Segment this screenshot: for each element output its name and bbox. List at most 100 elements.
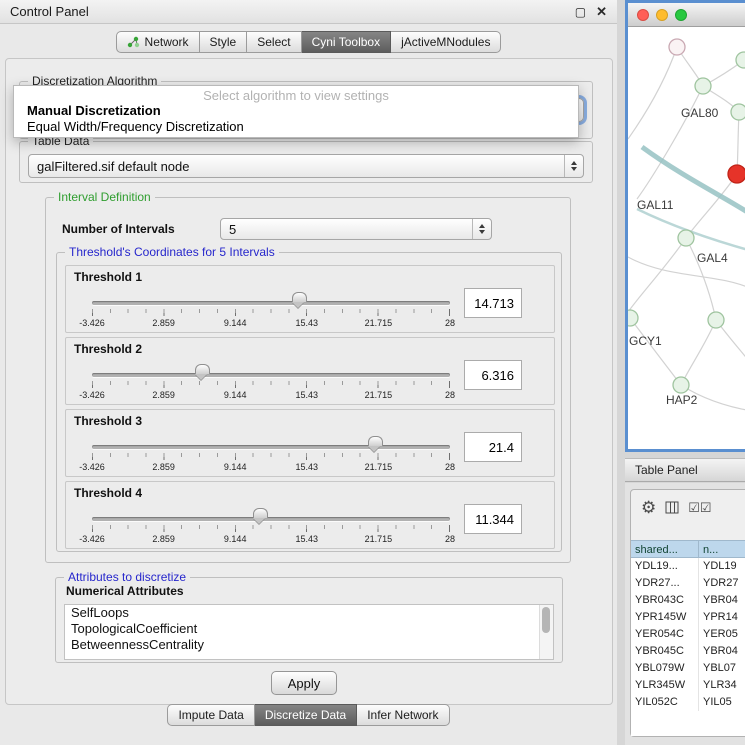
tab-impute-data[interactable]: Impute Data xyxy=(167,704,254,726)
threshold-4-value-field[interactable]: 11.344 xyxy=(464,504,522,534)
list-item[interactable]: SelfLoops xyxy=(65,605,553,621)
threshold-4-slider[interactable]: -3.426 2.859 9.144 15.43 21.715 28 xyxy=(92,508,450,548)
network-edge[interactable] xyxy=(628,47,677,139)
column-header-shared-name[interactable]: shared... xyxy=(631,540,699,558)
minimize-traffic-light-icon[interactable] xyxy=(656,9,668,21)
table-cell[interactable]: YBR045C xyxy=(631,643,699,660)
table-cell[interactable]: YIL05 xyxy=(699,694,745,711)
table-data-combobox[interactable]: galFiltered.sif default node xyxy=(28,154,584,178)
scale-label: 15.43 xyxy=(296,462,319,472)
table-row[interactable]: YBR043C YBR04 xyxy=(631,592,745,609)
network-canvas[interactable]: GAL80GAL11GAL4GCY1HAP2 xyxy=(628,27,745,449)
tab-infer-network[interactable]: Infer Network xyxy=(357,704,449,726)
columns-icon[interactable] xyxy=(665,501,679,514)
threshold-1-value-field[interactable]: 14.713 xyxy=(464,288,522,318)
table-row[interactable]: YBL079W YBL07 xyxy=(631,660,745,677)
list-item[interactable]: BetweennessCentrality xyxy=(65,637,553,653)
table-cell[interactable]: YBR04 xyxy=(699,592,745,609)
list-scrollbar[interactable] xyxy=(539,605,553,659)
table-cell[interactable]: YPR14 xyxy=(699,609,745,626)
select-all-checkbox-icon[interactable]: ☑☑ xyxy=(688,501,711,514)
slider-thumb[interactable] xyxy=(368,436,383,446)
scale-label: -3.426 xyxy=(79,534,105,544)
table-row[interactable]: YLR345W YLR34 xyxy=(631,677,745,694)
threshold-3-slider[interactable]: -3.426 2.859 9.144 15.43 21.715 28 xyxy=(92,436,450,476)
gear-icon[interactable]: ⚙ xyxy=(641,499,656,516)
tab-network[interactable]: Network xyxy=(116,31,200,53)
dropdown-option-manual[interactable]: Manual Discretization xyxy=(14,103,578,119)
table-row[interactable]: YBR045C YBR04 xyxy=(631,643,745,660)
threshold-4-section: Threshold 4 -3.426 2.859 9.144 15.43 21.… xyxy=(65,481,555,549)
network-edge[interactable] xyxy=(628,238,686,312)
network-edge[interactable] xyxy=(681,320,716,385)
list-item[interactable]: TopologicalCoefficient xyxy=(65,621,553,637)
column-header-name[interactable]: n... xyxy=(699,540,745,558)
table-cell[interactable]: YBL079W xyxy=(631,660,699,677)
slider-scale: -3.426 2.859 9.144 15.43 21.715 28 xyxy=(92,462,450,472)
thresholds-group: Threshold's Coordinates for 5 Intervals … xyxy=(56,252,562,552)
slider-thumb[interactable] xyxy=(195,364,210,374)
tab-select[interactable]: Select xyxy=(247,31,301,53)
table-row[interactable]: YDL19... YDL19 xyxy=(631,558,745,575)
number-of-intervals-combobox[interactable]: 5 xyxy=(220,218,492,240)
network-node[interactable] xyxy=(736,52,745,68)
network-node[interactable] xyxy=(708,312,724,328)
slider-thumb[interactable] xyxy=(292,292,307,302)
dropdown-option-equal-width[interactable]: Equal Width/Frequency Discretization xyxy=(14,119,578,135)
number-of-intervals-value: 5 xyxy=(229,222,236,237)
tab-style[interactable]: Style xyxy=(200,31,248,53)
attributes-list[interactable]: SelfLoops TopologicalCoefficient Between… xyxy=(64,604,554,660)
network-node[interactable] xyxy=(695,78,711,94)
scale-label: 28 xyxy=(445,462,455,472)
slider-thumb[interactable] xyxy=(253,508,268,518)
table-cell[interactable]: YDL19... xyxy=(631,558,699,575)
table-cell[interactable]: YLR34 xyxy=(699,677,745,694)
numerical-attributes-label: Numerical Attributes xyxy=(66,584,184,598)
network-edge[interactable] xyxy=(686,174,737,238)
table-cell[interactable]: YLR345W xyxy=(631,677,699,694)
close-window-icon[interactable]: ✕ xyxy=(596,4,607,20)
network-node[interactable] xyxy=(673,377,689,393)
table-cell[interactable]: YBR04 xyxy=(699,643,745,660)
network-node[interactable] xyxy=(728,165,745,183)
threshold-2-value-field[interactable]: 6.316 xyxy=(464,360,522,390)
group-label: Attributes to discretize xyxy=(64,570,190,584)
table-cell[interactable]: YIL052C xyxy=(631,694,699,711)
threshold-2-slider[interactable]: -3.426 2.859 9.144 15.43 21.715 28 xyxy=(92,364,450,404)
network-node[interactable] xyxy=(731,104,745,120)
table-cell[interactable]: YER05 xyxy=(699,626,745,643)
table-cell[interactable]: YDL19 xyxy=(699,558,745,575)
scale-label: 21.715 xyxy=(365,534,393,544)
table-cell[interactable]: YDR27 xyxy=(699,575,745,592)
tab-cyni-toolbox[interactable]: Cyni Toolbox xyxy=(302,31,391,53)
threshold-3-value-field[interactable]: 21.4 xyxy=(464,432,522,462)
table-cell[interactable]: YDR27... xyxy=(631,575,699,592)
apply-button[interactable]: Apply xyxy=(271,671,337,695)
table-cell[interactable]: YBL07 xyxy=(699,660,745,677)
float-window-icon[interactable]: ▢ xyxy=(575,5,586,19)
slider-track[interactable] xyxy=(92,445,450,449)
close-traffic-light-icon[interactable] xyxy=(637,9,649,21)
table-row[interactable]: YPR145W YPR14 xyxy=(631,609,745,626)
network-edge[interactable] xyxy=(630,318,681,385)
table-cell[interactable]: YER054C xyxy=(631,626,699,643)
network-node[interactable] xyxy=(678,230,694,246)
table-row[interactable]: YDR27... YDR27 xyxy=(631,575,745,592)
network-node[interactable] xyxy=(669,39,685,55)
slider-track[interactable] xyxy=(92,373,450,377)
table-cell[interactable]: YPR145W xyxy=(631,609,699,626)
slider-track[interactable] xyxy=(92,517,450,521)
table-row[interactable]: YIL052C YIL05 xyxy=(631,694,745,711)
tab-discretize-data[interactable]: Discretize Data xyxy=(255,704,357,726)
table-row[interactable]: YER054C YER05 xyxy=(631,626,745,643)
network-node-label: GCY1 xyxy=(629,334,662,348)
table-cell[interactable]: YBR043C xyxy=(631,592,699,609)
threshold-1-section: Threshold 1 -3.426 2.859 9.144 15.43 21.… xyxy=(65,265,555,333)
threshold-1-slider[interactable]: -3.426 2.859 9.144 15.43 21.715 28 xyxy=(92,292,450,332)
zoom-traffic-light-icon[interactable] xyxy=(675,9,687,21)
scale-label: 2.859 xyxy=(152,318,175,328)
tab-jactivemnodules[interactable]: jActiveMNodules xyxy=(391,31,501,53)
network-node[interactable] xyxy=(628,310,638,326)
scrollbar-thumb[interactable] xyxy=(542,607,550,633)
slider-track[interactable] xyxy=(92,301,450,305)
